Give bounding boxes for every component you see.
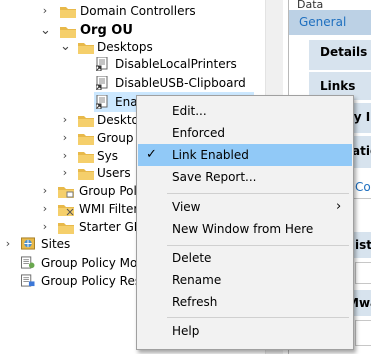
folder-icon	[78, 43, 94, 54]
menu-item-new-window[interactable]: New Window from Here	[138, 218, 352, 240]
chevron-right-icon[interactable]: ›	[60, 110, 70, 130]
sub-row	[355, 262, 371, 284]
menu-item-label: Delete	[172, 251, 212, 265]
tree-item-label: WMI Filters	[79, 202, 145, 216]
tree-item-label: Sites	[41, 237, 71, 251]
tree-item-domain-controllers[interactable]: › Domain Controllers	[0, 1, 280, 21]
tree-item-desktop[interactable]: › Desktop	[0, 110, 147, 130]
tab-general[interactable]: General	[299, 15, 346, 29]
menu-item-label: Edit...	[172, 104, 207, 118]
submenu-arrow-icon: ›	[336, 199, 342, 214]
folder-icon	[78, 116, 94, 127]
details-label: Details	[320, 45, 368, 59]
menu-item-help[interactable]: Help	[138, 320, 352, 342]
menu-item-label: View	[172, 200, 201, 214]
menu-item-label: New Window from Here	[172, 222, 314, 236]
menu-item-view[interactable]: View ›	[138, 196, 352, 218]
tree-item-label: DisableUSB-Clipboard	[115, 76, 246, 90]
folder-icon	[58, 205, 74, 216]
folder-icon	[58, 187, 74, 198]
menu-item-edit[interactable]: Edit...	[138, 100, 352, 122]
tree-item-label: DisableLocalPrinters	[115, 57, 237, 71]
chevron-right-icon[interactable]: ›	[60, 163, 70, 183]
menu-separator	[167, 193, 349, 194]
menu-separator	[167, 245, 349, 246]
tree-item-group-policy-results[interactable]: Group Policy Resu	[0, 271, 149, 291]
tree-item-disable-usb-clipboard[interactable]: DisableUSB-Clipboard	[0, 73, 280, 93]
wmi-label-fragment: atio	[352, 144, 371, 158]
folder-icon	[58, 223, 74, 234]
menu-item-rename[interactable]: Rename	[138, 269, 352, 291]
sub-row	[355, 320, 371, 346]
modeling-icon	[21, 256, 35, 269]
tree-item-disable-local-printers[interactable]: DisableLocalPrinters	[0, 54, 280, 74]
folder-icon	[78, 134, 94, 145]
gpo-link-icon	[96, 76, 108, 90]
menu-separator	[167, 317, 349, 318]
menu-item-label: Link Enabled	[172, 148, 249, 162]
menu-item-label: Help	[172, 324, 200, 338]
folder-icon	[78, 152, 94, 163]
tree-item-group-policy-objects[interactable]: › Group Polic	[0, 181, 147, 201]
sites-icon	[21, 237, 35, 250]
menu-item-delete[interactable]: Delete	[138, 247, 352, 269]
menu-item-enforced[interactable]: Enforced	[138, 122, 352, 144]
gpo-link-icon	[96, 95, 108, 109]
computer-section-fragment[interactable]: Co	[355, 180, 371, 194]
gpo-link-icon	[96, 57, 108, 71]
results-icon	[21, 274, 35, 287]
chevron-right-icon[interactable]: ›	[40, 1, 50, 21]
tree-item-group-policy-modeling[interactable]: Group Policy Mod	[0, 253, 145, 273]
context-menu: Edit... Enforced ✓ Link Enabled Save Rep…	[136, 95, 354, 350]
admin-label-fragment: istr	[355, 238, 371, 252]
menu-item-label: Save Report...	[172, 170, 257, 184]
tree-item-label: Group Policy Resu	[41, 274, 149, 288]
menu-item-label: Refresh	[172, 295, 218, 309]
tree-item-sites[interactable]: › Sites	[0, 234, 140, 254]
tree-item-users[interactable]: › Users	[0, 163, 140, 183]
chevron-right-icon[interactable]: ›	[40, 199, 50, 219]
menu-item-refresh[interactable]: Refresh	[138, 291, 352, 313]
menu-item-save-report[interactable]: Save Report...	[138, 166, 352, 188]
folder-icon	[78, 169, 94, 180]
menu-item-link-enabled[interactable]: ✓ Link Enabled	[138, 144, 352, 166]
chevron-right-icon[interactable]: ›	[3, 234, 13, 254]
menu-item-label: Rename	[172, 273, 222, 287]
chevron-right-icon[interactable]: ›	[40, 181, 50, 201]
menu-item-label: Enforced	[172, 126, 226, 140]
checkmark-icon: ✓	[146, 147, 157, 162]
tree-item-label: Users	[97, 166, 131, 180]
folder-icon	[60, 7, 76, 18]
tree-item-group-s[interactable]: › Group S	[0, 128, 145, 148]
tree-item-wmi-filters[interactable]: › WMI Filters	[0, 199, 145, 219]
tree-item-label: Domain Controllers	[80, 4, 196, 18]
chevron-right-icon[interactable]: ›	[60, 128, 70, 148]
links-label: Links	[320, 79, 356, 93]
tree-item-label: Group Policy Mod	[41, 256, 145, 270]
